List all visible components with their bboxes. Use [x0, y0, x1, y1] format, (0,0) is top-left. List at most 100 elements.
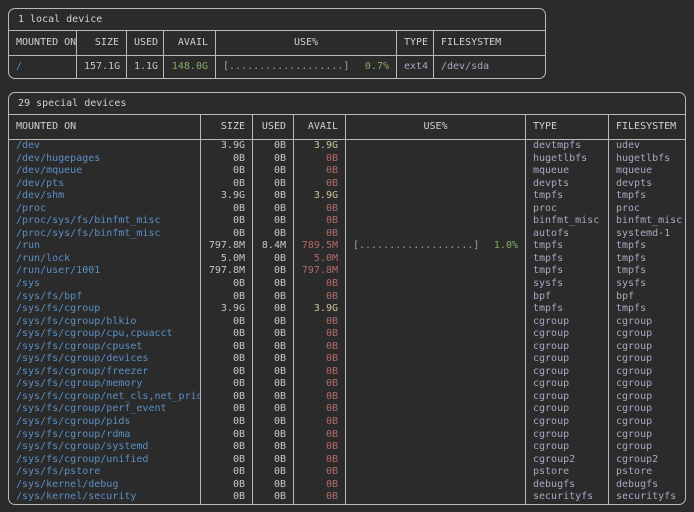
size-value: 0B — [200, 228, 252, 241]
used-value: 0B — [252, 228, 293, 241]
type-value: hugetlbfs — [525, 153, 608, 166]
used-value: 0B — [252, 416, 293, 429]
size-value: 0B — [200, 491, 252, 504]
size-value: 3.9G — [200, 190, 252, 203]
type-value: pstore — [525, 466, 608, 479]
table-row: /sys/fs/cgroup3.9G0B3.9Gtmpfstmpfs — [9, 303, 685, 316]
table-title: 1 local device — [9, 9, 545, 31]
avail-value: 0B — [293, 316, 345, 329]
table-header-row: MOUNTED ON SIZE USED AVAIL USE% TYPE FIL… — [9, 31, 545, 56]
table-row: /sys/fs/cgroup/devices0B0B0Bcgroupcgroup — [9, 353, 685, 366]
size-value: 5.0M — [200, 253, 252, 266]
filesystem-value: cgroup — [608, 416, 685, 429]
column-header-type: TYPE — [396, 31, 433, 55]
type-value: cgroup2 — [525, 454, 608, 467]
size-value: 157.1G — [76, 56, 126, 78]
used-value: 0B — [252, 429, 293, 442]
type-value: proc — [525, 203, 608, 216]
mount-point: /run — [9, 240, 200, 253]
filesystem-value: proc — [608, 203, 685, 216]
avail-value: 0B — [293, 215, 345, 228]
table-row: /sys/kernel/debug0B0B0Bdebugfsdebugfs — [9, 479, 685, 492]
avail-value: 148.0G — [163, 56, 215, 78]
mount-point: /sys/kernel/security — [9, 491, 200, 504]
table-row: /sys/fs/cgroup/memory0B0B0Bcgroupcgroup — [9, 378, 685, 391]
table-row: /sys/fs/cgroup/perf_event0B0B0Bcgroupcgr… — [9, 403, 685, 416]
type-value: cgroup — [525, 441, 608, 454]
use-percent-cell — [345, 403, 525, 416]
filesystem-value: cgroup — [608, 403, 685, 416]
mount-point: /sys/fs/cgroup/cpuset — [9, 341, 200, 354]
used-value: 0B — [252, 265, 293, 278]
table-row: /proc/sys/fs/binfmt_misc0B0B0Bbinfmt_mis… — [9, 215, 685, 228]
size-value: 0B — [200, 466, 252, 479]
used-value: 0B — [252, 153, 293, 166]
mount-point: /proc/sys/fs/binfmt_misc — [9, 228, 200, 241]
table-row: /proc/sys/fs/binfmt_misc0B0B0Bautofssyst… — [9, 228, 685, 241]
avail-value: 0B — [293, 454, 345, 467]
size-value: 797.8M — [200, 265, 252, 278]
column-header-type: TYPE — [525, 115, 608, 139]
use-percent-cell — [345, 178, 525, 191]
column-header-used: USED — [252, 115, 293, 139]
use-percent-cell — [345, 391, 525, 404]
column-header-use-percent: USE% — [215, 31, 396, 55]
used-value: 0B — [252, 378, 293, 391]
used-value: 0B — [252, 316, 293, 329]
mount-point: /run/user/1001 — [9, 265, 200, 278]
used-value: 0B — [252, 140, 293, 153]
avail-value: 0B — [293, 416, 345, 429]
type-value: bpf — [525, 291, 608, 304]
size-value: 0B — [200, 291, 252, 304]
usage-bar: [...................] — [353, 240, 479, 253]
column-header-filesystem: FILESYSTEM — [433, 31, 545, 55]
type-value: devtmpfs — [525, 140, 608, 153]
used-value: 0B — [252, 278, 293, 291]
avail-value: 3.9G — [293, 190, 345, 203]
used-value: 0B — [252, 391, 293, 404]
use-percent-cell: [...................]1.0% — [345, 240, 525, 253]
mount-point: /sys/fs/cgroup/freezer — [9, 366, 200, 379]
use-percent-cell — [345, 215, 525, 228]
use-percent-cell — [345, 291, 525, 304]
filesystem-value: binfmt_misc — [608, 215, 685, 228]
table-row: /sys/fs/bpf0B0B0Bbpfbpf — [9, 291, 685, 304]
mount-point: /sys/fs/cgroup/net_cls,net_prio — [9, 391, 200, 404]
type-value: cgroup — [525, 316, 608, 329]
size-value: 3.9G — [200, 303, 252, 316]
size-value: 0B — [200, 429, 252, 442]
size-value: 0B — [200, 341, 252, 354]
table-row: /sys/fs/cgroup/blkio0B0B0Bcgroupcgroup — [9, 316, 685, 329]
table-row: /dev3.9G0B3.9Gdevtmpfsudev — [9, 140, 685, 153]
filesystem-value: debugfs — [608, 479, 685, 492]
size-value: 0B — [200, 215, 252, 228]
table-row: /sys/fs/cgroup/pids0B0B0Bcgroupcgroup — [9, 416, 685, 429]
filesystem-value: mqueue — [608, 165, 685, 178]
avail-value: 0B — [293, 291, 345, 304]
type-value: sysfs — [525, 278, 608, 291]
filesystem-value: sysfs — [608, 278, 685, 291]
filesystem-value: tmpfs — [608, 303, 685, 316]
type-value: tmpfs — [525, 253, 608, 266]
table-row: /sys/fs/cgroup/rdma0B0B0Bcgroupcgroup — [9, 429, 685, 442]
mount-point: /sys/fs/cgroup/blkio — [9, 316, 200, 329]
use-percent-cell — [345, 416, 525, 429]
use-percent-cell — [345, 353, 525, 366]
avail-value: 0B — [293, 441, 345, 454]
mount-point: /sys/fs/cgroup/rdma — [9, 429, 200, 442]
used-value: 0B — [252, 341, 293, 354]
size-value: 0B — [200, 378, 252, 391]
type-value: cgroup — [525, 353, 608, 366]
filesystem-value: tmpfs — [608, 265, 685, 278]
use-percent-cell — [345, 328, 525, 341]
avail-value: 0B — [293, 353, 345, 366]
used-value: 0B — [252, 441, 293, 454]
use-percent-cell — [345, 429, 525, 442]
avail-value: 0B — [293, 278, 345, 291]
size-value: 0B — [200, 316, 252, 329]
mount-point: /sys/fs/cgroup/systemd — [9, 441, 200, 454]
table-row: /sys/fs/cgroup/cpuset0B0B0Bcgroupcgroup — [9, 341, 685, 354]
type-value: debugfs — [525, 479, 608, 492]
avail-value: 0B — [293, 403, 345, 416]
avail-value: 0B — [293, 429, 345, 442]
